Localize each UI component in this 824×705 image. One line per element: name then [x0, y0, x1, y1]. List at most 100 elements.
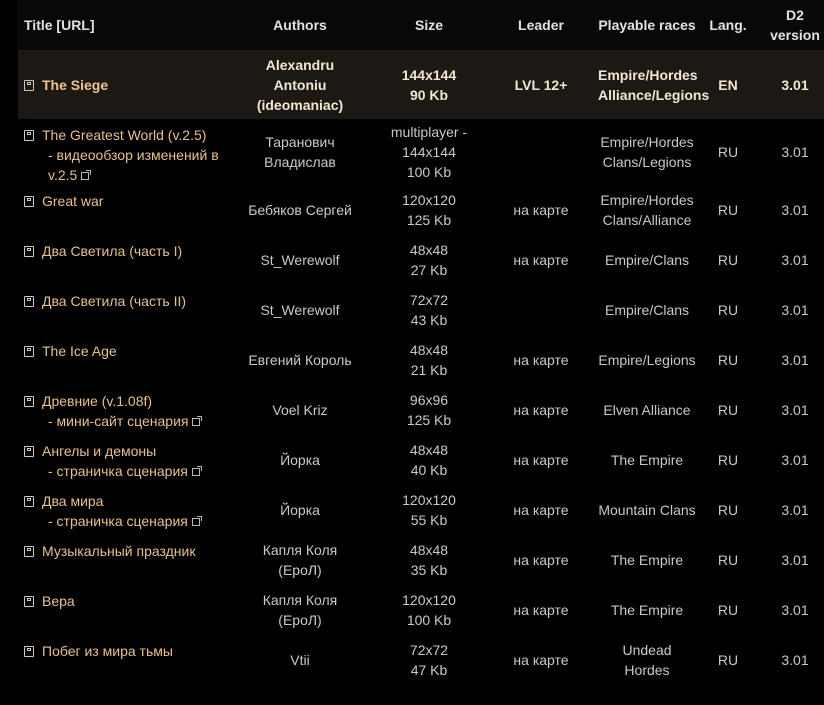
- race-line: Clans/Alliance: [602, 212, 692, 228]
- disk-icon: [24, 79, 34, 91]
- scenario-title-link[interactable]: The Siege: [42, 77, 108, 93]
- disk-icon: [24, 246, 34, 257]
- race-line: The Empire: [610, 602, 684, 618]
- lang-cell: RU: [717, 552, 739, 568]
- size-line: 144x144: [402, 144, 456, 160]
- table-row: Музыкальный праздник Капля Коля (ЕроЛ) 48x4…: [18, 535, 824, 585]
- lang-cell: RU: [717, 402, 739, 418]
- race-line: The Empire: [610, 552, 684, 568]
- author-line: Йорка: [280, 502, 320, 518]
- races-cell: Mountain Clans: [594, 485, 700, 535]
- scenario-title-link[interactable]: Ангелы и демоны: [42, 443, 156, 459]
- scenario-extra-link[interactable]: - страничка сценария: [24, 511, 228, 531]
- author-line: Капля Коля: [262, 592, 338, 608]
- race-line: Elven Alliance: [603, 402, 691, 418]
- size-line: 96x96: [409, 392, 449, 408]
- scenario-extra-link[interactable]: - страничка сценария: [24, 461, 228, 481]
- scenario-title-link[interactable]: Побег из мира тьмы: [42, 643, 173, 659]
- size-line: 40 Kb: [410, 462, 448, 478]
- table-row: Побег из мира тьмы Vtii 72x72 47 Kb на карте…: [18, 635, 824, 685]
- header-authors: Authors: [273, 17, 327, 33]
- version-cell: 3.01: [781, 144, 809, 160]
- author-line: (ЕроЛ): [278, 612, 322, 628]
- lang-cell: EN: [718, 76, 738, 93]
- title-cell: Great war: [18, 185, 230, 235]
- races-cell: Empire/Legions: [594, 335, 700, 385]
- title-cell: The Siege: [18, 50, 230, 119]
- scenario-title-link[interactable]: Два мира: [42, 493, 103, 509]
- scenario-extra-link[interactable]: - видеообзор изменений в v.2.5: [24, 145, 228, 185]
- table-row: Great war Бебяков Сергей 120x120 125 Kb на к…: [18, 185, 824, 235]
- size-cell: 48x48 40 Kb: [370, 435, 488, 485]
- table-row: Ангелы и демоны - страничка сценария Йорка…: [18, 435, 824, 485]
- scenario-extra-link-text: - страничка сценария: [48, 513, 188, 529]
- disk-icon: [24, 496, 34, 507]
- size-line: 55 Kb: [410, 512, 448, 528]
- size-line: 72x72: [409, 292, 449, 308]
- size-line: 43 Kb: [410, 312, 448, 328]
- size-cell: 120x120 55 Kb: [370, 485, 488, 535]
- disk-icon: [24, 596, 34, 607]
- size-line: 100 Kb: [406, 164, 452, 180]
- authors-cell: Vtii: [230, 635, 370, 685]
- authors-cell: Капля Коля (ЕроЛ): [230, 585, 370, 635]
- leader-cell: на карте: [513, 352, 569, 368]
- title-cell: The Ice Age: [18, 335, 230, 385]
- disk-icon: [24, 130, 34, 141]
- external-link-icon: [191, 466, 202, 476]
- external-link-icon: [191, 516, 202, 526]
- scenario-extra-link-text: - мини-сайт сценария: [48, 413, 189, 429]
- scenario-title-link[interactable]: Вера: [42, 593, 75, 609]
- leader-cell: [488, 119, 594, 185]
- table-row: Два мира - страничка сценария Йорка 120x120…: [18, 485, 824, 535]
- size-line: 72x72: [409, 642, 449, 658]
- author-line: Йорка: [280, 452, 320, 468]
- version-cell: 3.01: [781, 302, 809, 318]
- version-cell: 3.01: [781, 502, 809, 518]
- scenario-title-link[interactable]: Музыкальный праздник: [42, 543, 195, 559]
- authors-cell: Таранович Владислав: [230, 119, 370, 185]
- table-row: Два Светила (часть II) St_Werewolf 72x72 43…: [18, 285, 824, 335]
- race-line: Empire/Hordes: [598, 66, 698, 83]
- size-cell: 120x120 125 Kb: [370, 185, 488, 235]
- size-line: 48x48: [409, 342, 449, 358]
- author-line: Vtii: [290, 652, 310, 668]
- leader-cell: на карте: [513, 552, 569, 568]
- lang-cell: RU: [717, 252, 739, 268]
- version-cell: 3.01: [781, 602, 809, 618]
- lang-cell: RU: [717, 202, 739, 218]
- table-row: The Ice Age Евгений Король 48x48 21 Kb на ка…: [18, 335, 824, 385]
- external-link-icon: [81, 170, 92, 180]
- scenario-title-link[interactable]: Два Светила (часть I): [42, 243, 182, 259]
- races-cell: Empire/Clans: [594, 285, 700, 335]
- external-link-icon: [192, 416, 203, 426]
- page: Title [URL] Authors Size Leader Playable…: [0, 0, 824, 705]
- scenario-extra-link[interactable]: - мини-сайт сценария: [24, 411, 228, 431]
- size-line: 90 Kb: [409, 86, 449, 103]
- scenario-title-link[interactable]: The Greatest World (v.2.5): [42, 127, 206, 143]
- leader-cell: на карте: [513, 252, 569, 268]
- version-cell: 3.01: [781, 402, 809, 418]
- lang-cell: RU: [717, 602, 739, 618]
- header-version-line: version: [770, 27, 820, 43]
- header-leader: Leader: [518, 17, 564, 33]
- disk-icon: [24, 296, 34, 307]
- table-row: The Greatest World (v.2.5) - видеообзор и…: [18, 119, 824, 185]
- authors-cell: Бебяков Сергей: [230, 185, 370, 235]
- header-races: Playable races: [598, 17, 696, 33]
- race-line: Empire/Hordes: [600, 192, 694, 208]
- race-line: Undead Hordes: [622, 642, 672, 678]
- lang-cell: RU: [717, 352, 739, 368]
- size-line: 27 Kb: [410, 262, 448, 278]
- scenario-title-link[interactable]: Два Светила (часть II): [42, 293, 186, 309]
- disk-icon: [24, 196, 34, 207]
- author-line: Евгений Король: [248, 352, 352, 368]
- version-cell: 3.01: [781, 252, 809, 268]
- scenario-title-link[interactable]: Древние (v.1.08f): [42, 393, 152, 409]
- title-cell: Два Светила (часть II): [18, 285, 230, 335]
- scenario-title-link[interactable]: Great war: [42, 193, 103, 209]
- version-cell: 3.01: [781, 552, 809, 568]
- size-cell: 72x72 43 Kb: [370, 285, 488, 335]
- race-line: Mountain Clans: [598, 502, 696, 518]
- scenario-title-link[interactable]: The Ice Age: [42, 343, 117, 359]
